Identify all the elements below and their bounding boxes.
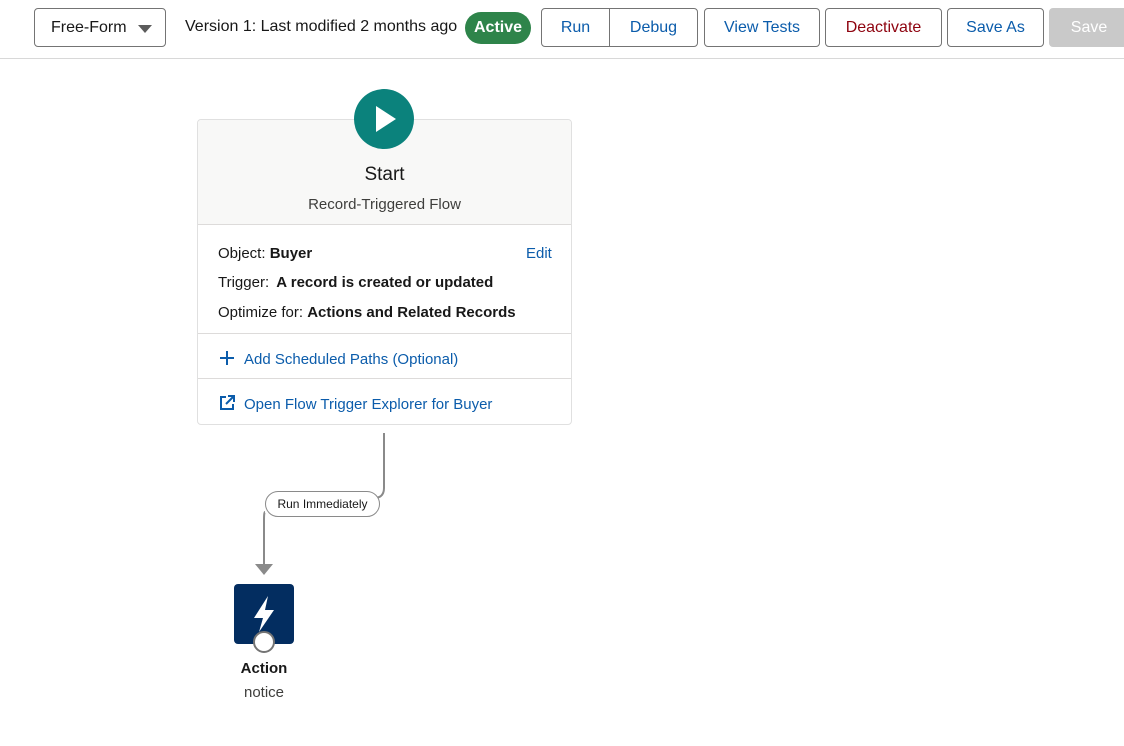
play-icon: [376, 106, 396, 132]
divider: [198, 378, 571, 379]
run-immediately-label[interactable]: Run Immediately: [265, 491, 380, 517]
start-node[interactable]: [354, 89, 414, 149]
trigger-value: A record is created or updated: [276, 274, 494, 291]
start-element-card[interactable]: Start Record-Triggered Flow Object: Buye…: [197, 119, 572, 425]
action-subtitle: notice: [243, 684, 285, 701]
add-scheduled-paths-label: Add Scheduled Paths (Optional): [244, 351, 459, 368]
optimize-label: Optimize for:: [218, 304, 304, 321]
object-value: Buyer: [269, 245, 313, 262]
arrow-down-icon: [255, 564, 273, 575]
add-scheduled-paths-link[interactable]: Add Scheduled Paths (Optional): [218, 349, 458, 368]
optimize-row: Optimize for: Actions and Related Record…: [218, 304, 516, 321]
start-subtitle: Record-Triggered Flow: [308, 196, 461, 213]
optimize-value: Actions and Related Records: [307, 304, 516, 321]
open-trigger-explorer-link[interactable]: Open Flow Trigger Explorer for Buyer: [218, 394, 492, 413]
start-title: Start: [364, 164, 405, 185]
plus-icon: [220, 351, 234, 365]
new-window-icon: [220, 395, 235, 410]
trigger-label: Trigger:: [218, 274, 270, 291]
trigger-row: Trigger: A record is created or updated: [218, 274, 493, 291]
action-title: Action: [240, 660, 288, 677]
connector-endpoint[interactable]: [253, 631, 275, 653]
divider: [198, 333, 571, 334]
object-label: Object:: [218, 245, 266, 262]
edit-link[interactable]: Edit: [526, 245, 552, 262]
open-trigger-explorer-label: Open Flow Trigger Explorer for Buyer: [244, 396, 493, 413]
object-row: Object: Buyer: [218, 245, 312, 262]
